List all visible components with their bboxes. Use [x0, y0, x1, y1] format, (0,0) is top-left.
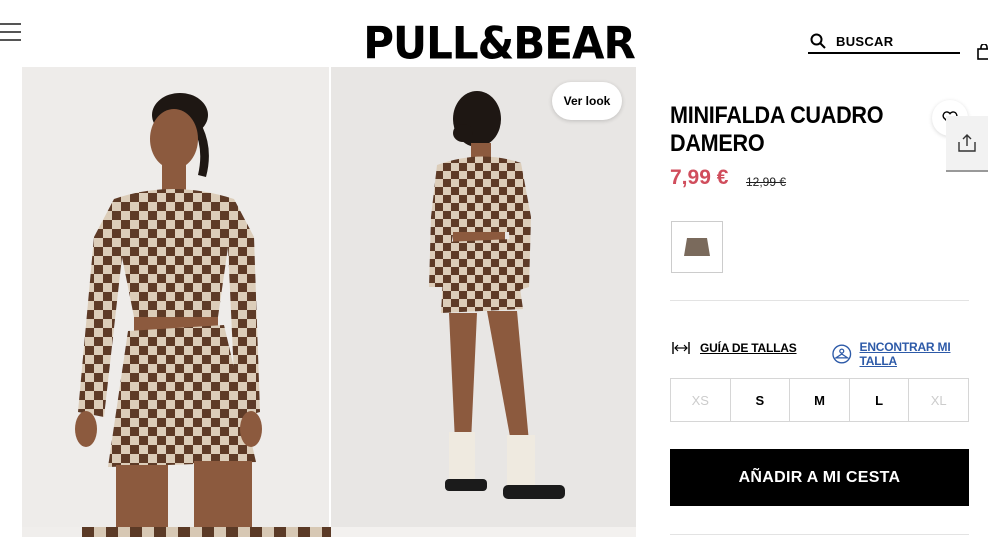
menu-icon[interactable] — [0, 20, 22, 42]
share-button[interactable] — [946, 116, 988, 172]
size-option-s[interactable]: S — [731, 379, 791, 421]
product-photo-back[interactable] — [331, 67, 636, 527]
divider — [670, 300, 969, 301]
brand-logo[interactable]: PULL&BEAR — [360, 17, 638, 72]
size-guide-label: GUÍA DE TALLAS — [700, 341, 797, 355]
skirt-thumbnail-icon — [684, 238, 710, 256]
find-my-size-link[interactable]: ENCONTRAR MI TALLA — [832, 340, 988, 368]
size-option-xl[interactable]: XL — [909, 379, 968, 421]
bag-icon[interactable] — [977, 44, 988, 60]
search-icon — [810, 33, 826, 49]
search-input[interactable]: BUSCAR — [808, 30, 960, 54]
product-photo-thumbnail[interactable] — [22, 527, 344, 537]
product-photo-front[interactable] — [22, 67, 329, 527]
size-option-xs[interactable]: XS — [671, 379, 731, 421]
size-selector: XS S M L XL — [670, 378, 969, 422]
share-icon — [958, 134, 976, 152]
product-old-price: 12,99 € — [746, 175, 787, 189]
product-title: MINIFALDA CUADRO DAMERO — [670, 102, 884, 157]
size-option-m[interactable]: M — [790, 379, 850, 421]
ver-look-button[interactable]: Ver look — [552, 82, 622, 120]
search-label: BUSCAR — [836, 33, 894, 49]
divider — [670, 534, 969, 535]
product-photo-thumbnail[interactable] — [331, 527, 636, 537]
add-to-cart-button[interactable]: AÑADIR A MI CESTA — [670, 449, 969, 506]
find-my-size-label: ENCONTRAR MI TALLA — [859, 340, 951, 368]
product-price: 7,99 € — [670, 166, 729, 189]
size-option-l[interactable]: L — [850, 379, 910, 421]
size-guide-link[interactable]: GUÍA DE TALLAS — [672, 341, 797, 355]
ruler-icon — [672, 342, 690, 354]
color-swatch[interactable] — [671, 221, 723, 273]
hanger-icon — [832, 344, 852, 364]
